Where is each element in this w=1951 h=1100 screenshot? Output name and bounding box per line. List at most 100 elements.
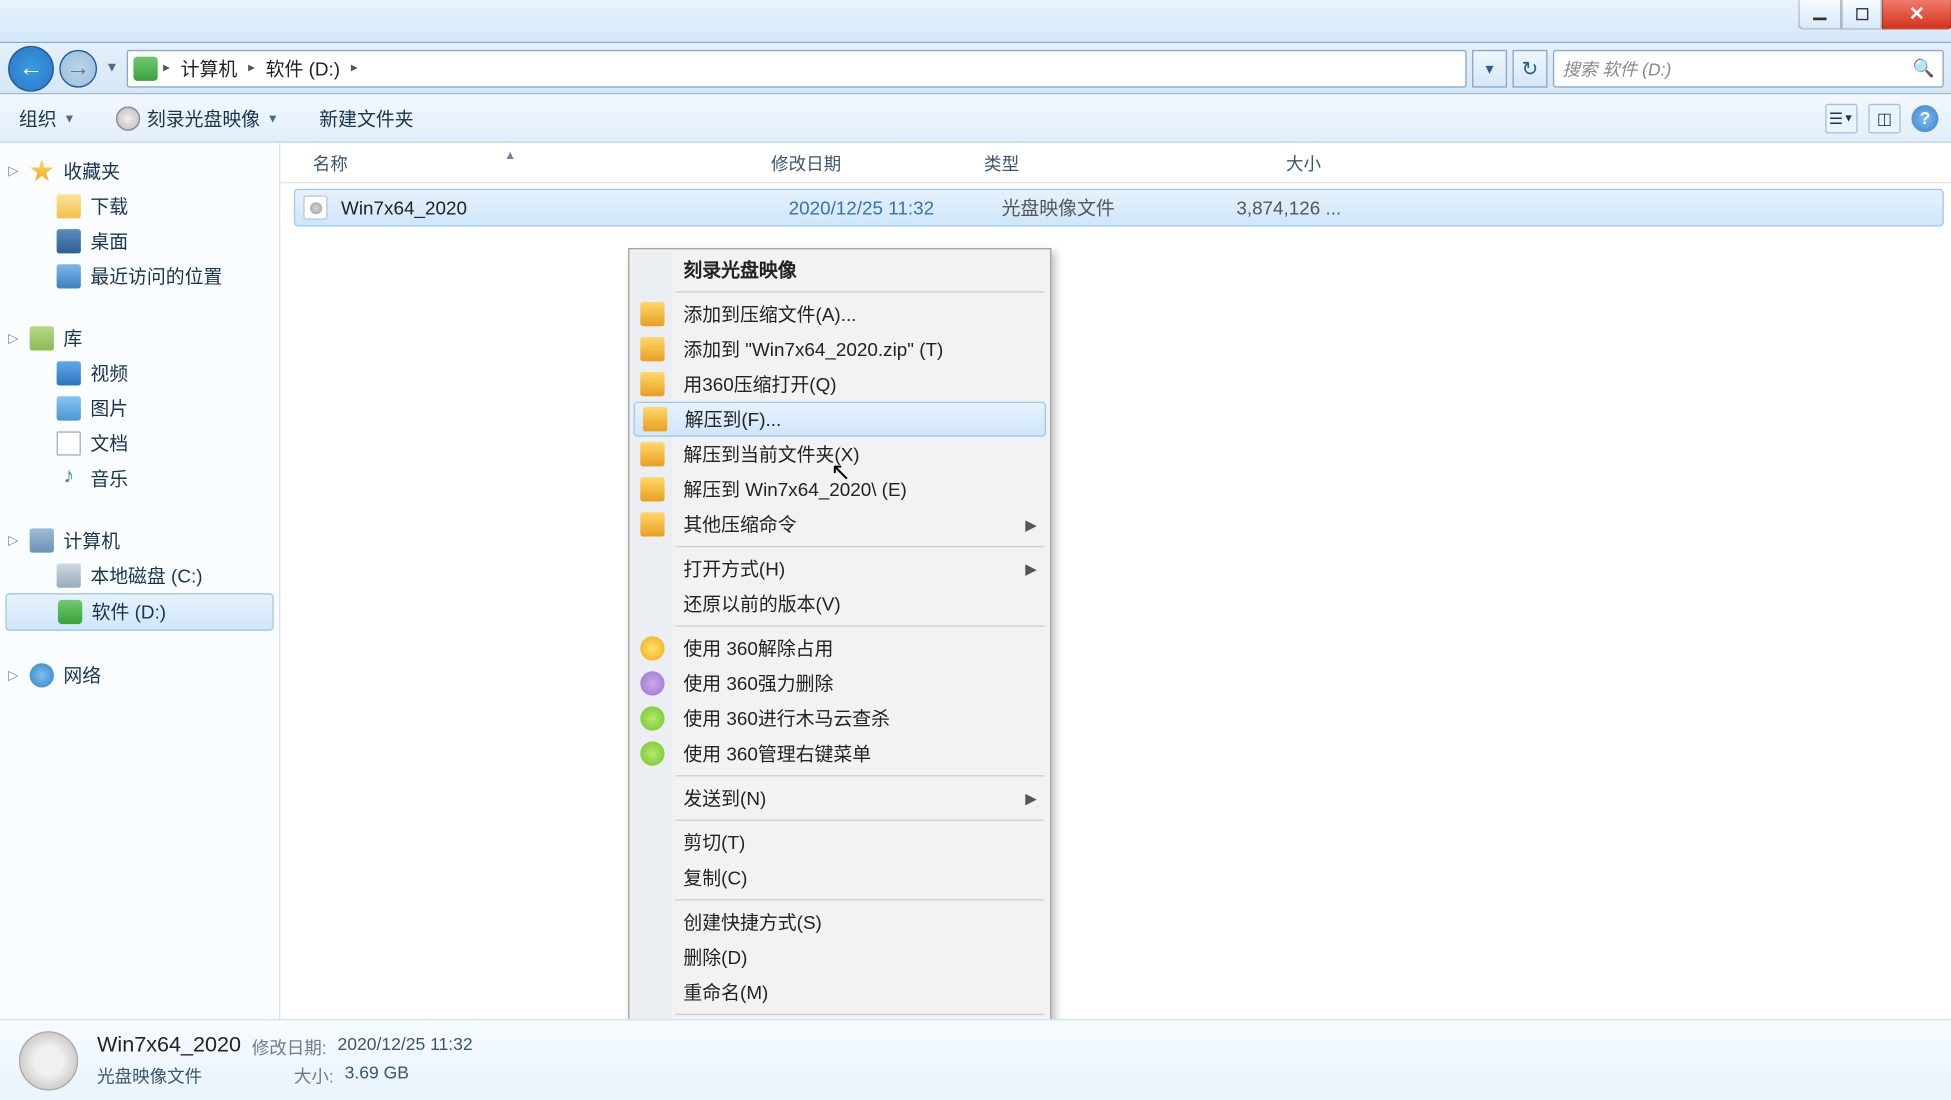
sidebar-drive-d[interactable]: 软件 (D:) [5, 593, 273, 631]
ctx-open-360zip[interactable]: 用360压缩打开(Q) [632, 367, 1047, 402]
search-placeholder: 搜索 软件 (D:) [1562, 55, 1671, 81]
file-name: Win7x64_2020 [341, 197, 789, 219]
sidebar-music[interactable]: ♪音乐 [0, 461, 279, 496]
help-button[interactable]: ? [1911, 104, 1938, 131]
iso-file-icon [303, 195, 327, 219]
details-file-icon [19, 1031, 78, 1090]
ctx-send-to[interactable]: 发送到(N)▶ [632, 780, 1047, 815]
ctx-360-scan[interactable]: 使用 360进行木马云查杀 [632, 701, 1047, 736]
ctx-restore[interactable]: 还原以前的版本(V) [632, 586, 1047, 621]
ctx-copy[interactable]: 复制(C) [632, 860, 1047, 895]
preview-pane-button[interactable]: ◫ [1868, 103, 1900, 133]
refresh-button[interactable]: ↻ [1512, 49, 1547, 87]
file-type: 光盘映像文件 [1002, 194, 1212, 221]
details-title: Win7x64_2020 [97, 1033, 241, 1059]
ctx-extract-here[interactable]: 解压到当前文件夹(X) [632, 437, 1047, 472]
ctx-delete[interactable]: 删除(D) [632, 940, 1047, 975]
details-size-label: 大小: [294, 1062, 334, 1088]
details-date-label: 修改日期: [252, 1033, 327, 1059]
archive-icon [640, 512, 664, 536]
ctx-360-menu[interactable]: 使用 360管理右键菜单 [632, 736, 1047, 771]
navigation-bar: ← → ▼ ▸ 计算机 ▸ 软件 (D:) ▸ ▾ ↻ 搜索 软件 (D:) 🔍 [0, 43, 1951, 94]
recent-icon [57, 264, 81, 288]
sidebar-desktop[interactable]: 桌面 [0, 224, 279, 259]
breadcrumb-computer[interactable]: 计算机 [175, 52, 242, 84]
library-icon [30, 326, 54, 350]
shield-icon [640, 636, 664, 660]
column-size[interactable]: 大小 [1184, 150, 1332, 176]
folder-icon [57, 194, 81, 218]
details-size: 3.69 GB [345, 1062, 409, 1088]
ctx-burn[interactable]: 刻录光盘映像 [632, 252, 1047, 287]
column-headers: 名称▲ 修改日期 类型 大小 [280, 143, 1951, 183]
sidebar-pictures[interactable]: 图片 [0, 391, 279, 426]
ctx-cut[interactable]: 剪切(T) [632, 825, 1047, 860]
sidebar-drive-c[interactable]: 本地磁盘 (C:) [0, 558, 279, 593]
details-date: 2020/12/25 11:32 [338, 1033, 473, 1059]
command-toolbar: 组织▼ 刻录光盘映像▼ 新建文件夹 ☰ ▼ ◫ ? [0, 94, 1951, 143]
scan-icon [640, 706, 664, 730]
sidebar-videos[interactable]: 视频 [0, 356, 279, 391]
drive-icon [133, 56, 157, 80]
sidebar-libraries[interactable]: ▷库 [0, 321, 279, 356]
sidebar-recent[interactable]: 最近访问的位置 [0, 259, 279, 294]
archive-icon [640, 372, 664, 396]
file-date: 2020/12/25 11:32 [789, 197, 1002, 219]
music-icon: ♪ [57, 466, 81, 490]
sidebar-downloads[interactable]: 下载 [0, 189, 279, 224]
menu-icon [640, 741, 664, 765]
ctx-360-delete[interactable]: 使用 360强力删除 [632, 666, 1047, 701]
nav-back-button[interactable]: ← [8, 45, 54, 91]
organize-menu[interactable]: 组织▼ [13, 100, 80, 135]
sidebar-favorites[interactable]: ▷收藏夹 [0, 154, 279, 189]
column-date[interactable]: 修改日期 [760, 150, 973, 176]
ctx-rename[interactable]: 重命名(M) [632, 975, 1047, 1010]
window-maximize-button[interactable] [1841, 0, 1881, 30]
sidebar-documents[interactable]: 文档 [0, 426, 279, 461]
sidebar-computer[interactable]: ▷计算机 [0, 523, 279, 558]
network-icon [30, 663, 54, 687]
drive-d-icon [58, 600, 82, 624]
ctx-add-archive[interactable]: 添加到压缩文件(A)... [632, 297, 1047, 332]
ctx-add-zip[interactable]: 添加到 "Win7x64_2020.zip" (T) [632, 332, 1047, 367]
file-list-pane: 名称▲ 修改日期 类型 大小 Win7x64_2020 2020/12/25 1… [280, 143, 1951, 1019]
ctx-extract-named[interactable]: 解压到 Win7x64_2020\ (E) [632, 472, 1047, 507]
ctx-other-zip[interactable]: 其他压缩命令▶ [632, 507, 1047, 542]
file-size: 3,874,126 ... [1212, 197, 1341, 219]
nav-forward-button[interactable]: → [59, 49, 97, 87]
search-input[interactable]: 搜索 软件 (D:) 🔍 [1553, 49, 1944, 87]
archive-icon [640, 302, 664, 326]
view-options-button[interactable]: ☰ ▼ [1825, 103, 1857, 133]
disc-icon [116, 106, 140, 130]
ctx-shortcut[interactable]: 创建快捷方式(S) [632, 905, 1047, 940]
navigation-sidebar: ▷收藏夹 下载 桌面 最近访问的位置 ▷库 视频 图片 文档 ♪音乐 ▷计算机 … [0, 143, 280, 1019]
ctx-open-with[interactable]: 打开方式(H)▶ [632, 551, 1047, 586]
column-name[interactable]: 名称▲ [302, 150, 760, 176]
archive-icon [643, 407, 667, 431]
burn-image-button[interactable]: 刻录光盘映像▼ [110, 100, 284, 135]
details-type: 光盘映像文件 [97, 1062, 202, 1088]
ctx-extract-to[interactable]: 解压到(F)... [634, 402, 1046, 437]
submenu-arrow-icon: ▶ [1025, 789, 1036, 807]
drive-c-icon [57, 563, 81, 587]
search-icon: 🔍 [1913, 57, 1935, 79]
computer-icon [30, 528, 54, 552]
column-type[interactable]: 类型 [973, 150, 1183, 176]
submenu-arrow-icon: ▶ [1025, 560, 1036, 578]
document-icon [57, 431, 81, 455]
file-row[interactable]: Win7x64_2020 2020/12/25 11:32 光盘映像文件 3,8… [294, 189, 1944, 227]
archive-icon [640, 442, 664, 466]
ctx-360-unlock[interactable]: 使用 360解除占用 [632, 631, 1047, 666]
new-folder-button[interactable]: 新建文件夹 [314, 100, 419, 135]
details-pane: Win7x64_2020 修改日期: 2020/12/25 11:32 光盘映像… [0, 1019, 1951, 1100]
shred-icon [640, 671, 664, 695]
window-close-button[interactable]: ✕ [1882, 0, 1951, 30]
breadcrumb-drive[interactable]: 软件 (D:) [260, 52, 345, 84]
address-dropdown-button[interactable]: ▾ [1472, 49, 1507, 87]
desktop-icon [57, 229, 81, 253]
address-bar[interactable]: ▸ 计算机 ▸ 软件 (D:) ▸ [127, 49, 1467, 87]
archive-icon [640, 477, 664, 501]
nav-history-dropdown[interactable]: ▼ [102, 45, 121, 91]
sidebar-network[interactable]: ▷网络 [0, 658, 279, 693]
window-minimize-button[interactable] [1798, 0, 1841, 30]
